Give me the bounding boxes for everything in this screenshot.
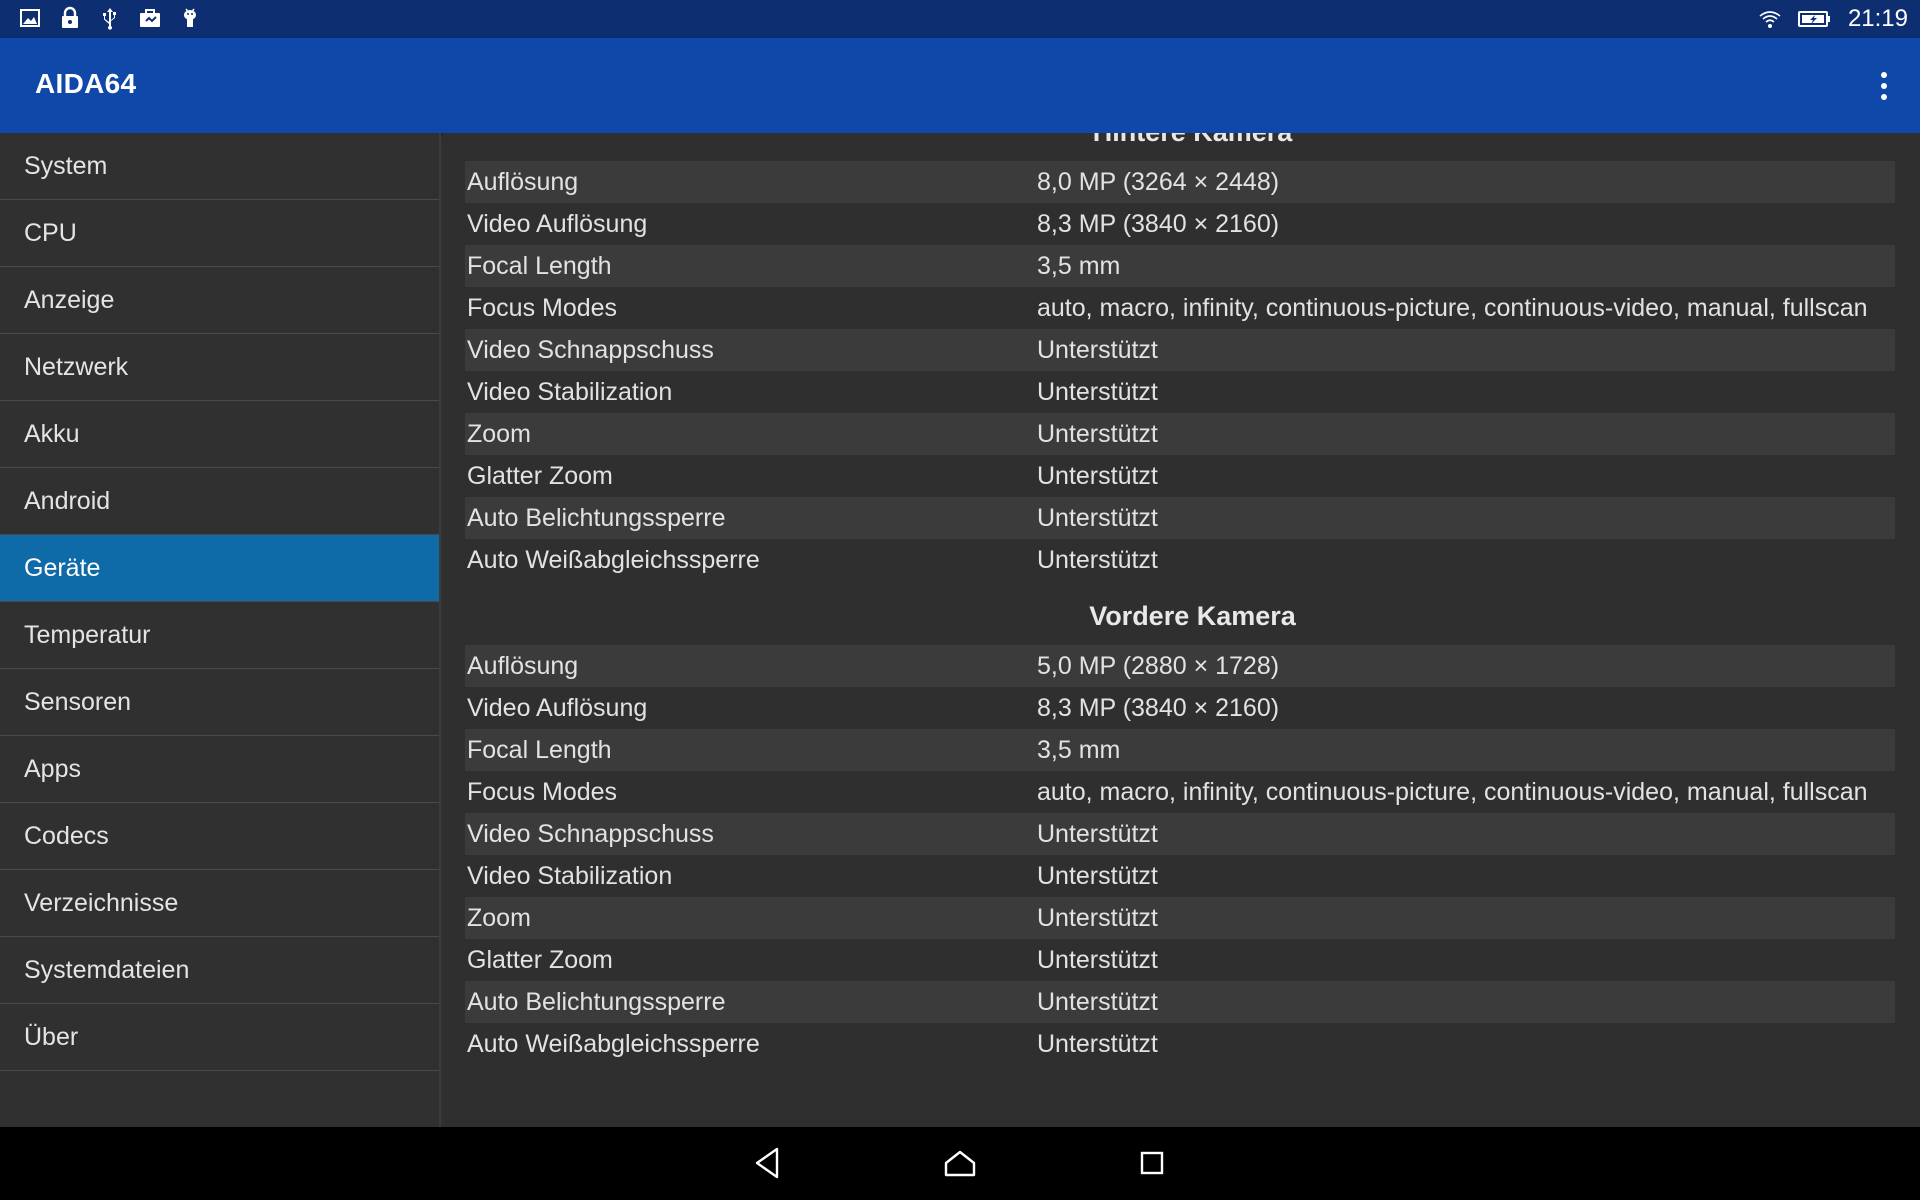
sidebar-item-android[interactable]: Android	[0, 468, 439, 535]
sidebar-item-anzeige[interactable]: Anzeige	[0, 267, 439, 334]
sidebar-item-über[interactable]: Über	[0, 1004, 439, 1071]
usb-icon	[103, 8, 116, 30]
row-key: Auto Belichtungssperre	[467, 503, 726, 532]
android-debug-icon	[184, 8, 196, 27]
row-key: Video Schnappschuss	[467, 335, 714, 364]
sidebar-item-systemdateien[interactable]: Systemdateien	[0, 937, 439, 1004]
system-nav-bar	[0, 1127, 1920, 1200]
app-title: AIDA64	[35, 68, 137, 99]
battery-charging-icon	[1797, 11, 1830, 27]
table-row: Auto Belichtungssperre Unterstützt	[465, 497, 1895, 539]
row-value: Unterstützt	[1037, 861, 1158, 890]
table-row: Glatter Zoom Unterstützt	[465, 455, 1895, 497]
row-value: Unterstützt	[1037, 503, 1158, 532]
row-value: 3,5 mm	[1037, 735, 1121, 764]
table-row: Focal Length 3,5 mm	[465, 729, 1895, 771]
sidebar: System CPU Anzeige Netzwerk Akku Android Gerät…	[0, 133, 441, 1127]
row-value: auto, macro, infinity, continuous-pictur…	[1037, 777, 1868, 806]
row-value: Unterstützt	[1037, 419, 1158, 448]
row-value: Unterstützt	[1037, 819, 1158, 848]
table-row: Video Auflösung 8,3 MP (3840 × 2160)	[465, 203, 1895, 245]
more-vert-icon[interactable]	[1874, 66, 1894, 106]
row-key: Video Schnappschuss	[467, 819, 714, 848]
table-row: Focal Length 3,5 mm	[465, 245, 1895, 287]
home-icon[interactable]	[938, 1141, 982, 1185]
main-content[interactable]: Hintere Kamera Auflösung 8,0 MP (3264 × 2…	[443, 133, 1920, 1127]
row-value: 5,0 MP (2880 × 1728)	[1037, 651, 1280, 680]
row-key: Auflösung	[467, 167, 579, 196]
table-row: Focus Modes auto, macro, infinity, contin…	[465, 287, 1895, 329]
table-row: Video Stabilization Unterstützt	[465, 855, 1895, 897]
row-key: Zoom	[467, 903, 531, 932]
table-row: Auto Weißabgleichssperre Unterstützt	[465, 539, 1895, 581]
table-row: Auflösung 5,0 MP (2880 × 1728)	[465, 645, 1895, 687]
table-row: Auflösung 8,0 MP (3264 × 2448)	[465, 161, 1895, 203]
status-bar: 21:19	[0, 0, 1920, 38]
row-key: Auflösung	[467, 651, 579, 680]
table-row: Zoom Unterstützt	[465, 897, 1895, 939]
row-key: Auto Belichtungssperre	[467, 987, 726, 1016]
table-row: Glatter Zoom Unterstützt	[465, 939, 1895, 981]
app-bar: AIDA64	[0, 38, 1920, 133]
table-row: Auto Weißabgleichssperre Unterstützt	[465, 1023, 1895, 1065]
row-value: Unterstützt	[1037, 461, 1158, 490]
sidebar-item-akku[interactable]: Akku	[0, 401, 439, 468]
front-camera-title: Vordere Kamera	[1089, 601, 1296, 631]
image-icon	[20, 9, 40, 27]
row-value: Unterstützt	[1037, 377, 1158, 406]
row-key: Glatter Zoom	[467, 945, 613, 974]
row-key: Focal Length	[467, 251, 612, 280]
row-key: Focus Modes	[467, 777, 618, 806]
row-key: Video Stabilization	[467, 377, 673, 406]
row-value: Unterstützt	[1037, 987, 1158, 1016]
rear-camera-title: Hintere Kamera	[465, 133, 1920, 161]
sidebar-item-codecs[interactable]: Codecs	[0, 803, 439, 870]
sidebar-item-geräte[interactable]: Geräte	[0, 535, 439, 602]
table-row: Zoom Unterstützt	[465, 413, 1895, 455]
row-key: Zoom	[467, 419, 531, 448]
row-key: Video Auflösung	[467, 693, 648, 722]
back-icon[interactable]	[746, 1141, 790, 1185]
row-key: Focal Length	[467, 735, 612, 764]
row-value: Unterstützt	[1037, 903, 1158, 932]
row-value: 3,5 mm	[1037, 251, 1121, 280]
row-value: Unterstützt	[1037, 945, 1158, 974]
sidebar-item-cpu[interactable]: CPU	[0, 200, 439, 267]
status-icons-right: 21:19	[1758, 0, 1908, 38]
row-value: 8,3 MP (3840 × 2160)	[1037, 209, 1280, 238]
row-key: Glatter Zoom	[467, 461, 613, 490]
row-value: auto, macro, infinity, continuous-pictur…	[1037, 293, 1868, 322]
lock-icon	[62, 6, 78, 28]
row-value: Unterstützt	[1037, 1029, 1158, 1058]
sidebar-item-netzwerk[interactable]: Netzwerk	[0, 334, 439, 401]
table-row: Video Schnappschuss Unterstützt	[465, 329, 1895, 371]
row-key: Focus Modes	[467, 293, 618, 322]
row-key: Video Stabilization	[467, 861, 673, 890]
table-row: Focus Modes auto, macro, infinity, contin…	[465, 771, 1895, 813]
row-key: Video Auflösung	[467, 209, 648, 238]
table-row: Auto Belichtungssperre Unterstützt	[465, 981, 1895, 1023]
clock: 21:19	[1847, 5, 1908, 32]
row-key: Auto Weißabgleichssperre	[467, 545, 760, 574]
sidebar-item-apps[interactable]: Apps	[0, 736, 439, 803]
sidebar-item-system[interactable]: System	[0, 133, 439, 200]
recents-icon[interactable]	[1130, 1141, 1174, 1185]
status-icons-left	[18, 6, 202, 30]
sidebar-item-temperatur[interactable]: Temperatur	[0, 602, 439, 669]
sidebar-item-sensoren[interactable]: Sensoren	[0, 669, 439, 736]
briefcase-icon	[140, 9, 160, 27]
row-value: 8,3 MP (3840 × 2160)	[1037, 693, 1280, 722]
rear-camera-table: Auflösung 8,0 MP (3264 × 2448) Video Auflö…	[443, 161, 1920, 581]
sidebar-item-verzeichnisse[interactable]: Verzeichnisse	[0, 870, 439, 937]
row-key: Auto Weißabgleichssperre	[467, 1029, 760, 1058]
table-row: Video Auflösung 8,3 MP (3840 × 2160)	[465, 687, 1895, 729]
table-row: Video Schnappschuss Unterstützt	[465, 813, 1895, 855]
front-camera-table: Auflösung 5,0 MP (2880 × 1728) Video Auflö…	[443, 645, 1920, 1065]
row-value: 8,0 MP (3264 × 2448)	[1037, 167, 1280, 196]
table-row: Video Stabilization Unterstützt	[465, 371, 1895, 413]
row-value: Unterstützt	[1037, 335, 1158, 364]
wifi-icon	[1759, 11, 1781, 28]
row-value: Unterstützt	[1037, 545, 1158, 574]
